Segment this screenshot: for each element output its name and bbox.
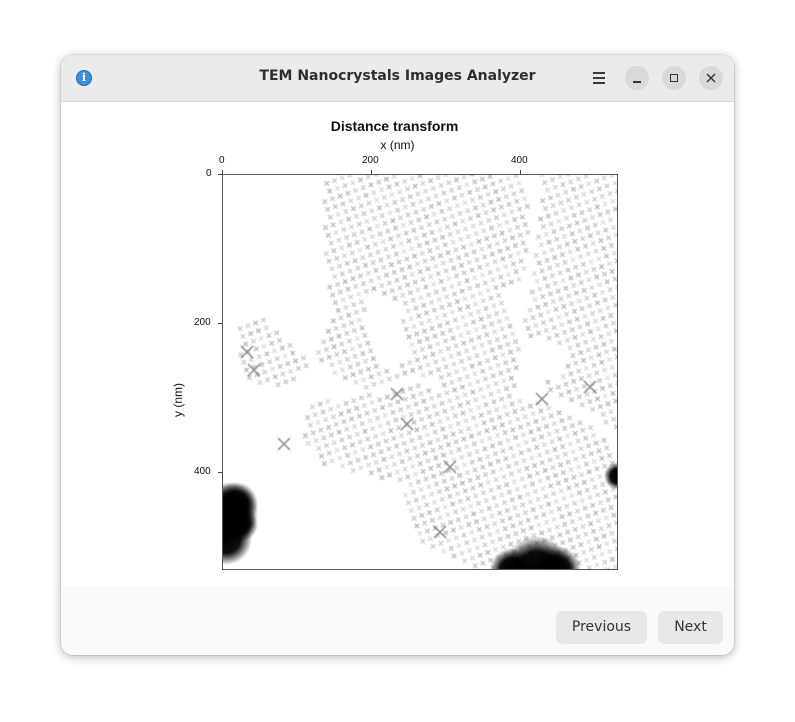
title-bar: i TEM Nanocrystals Images Analyzer — [61, 55, 734, 102]
y-tick-label: 0 — [206, 168, 212, 179]
x-tick-label: 0 — [219, 155, 225, 166]
y-tick-label: 200 — [194, 317, 211, 328]
figure-title: Distance transform — [330, 118, 459, 134]
x-tick — [520, 170, 521, 174]
y-axis-label: y (nm) — [171, 383, 185, 417]
hamburger-menu-icon[interactable] — [587, 65, 613, 91]
x-tick-label: 400 — [511, 155, 528, 166]
y-tick — [218, 323, 222, 324]
app-window: i TEM Nanocrystals Images Analyzer Dista… — [61, 55, 734, 655]
x-tick — [222, 170, 223, 174]
plot-frame — [222, 174, 618, 570]
footer-bar: Previous Next — [61, 586, 734, 655]
close-button[interactable] — [699, 66, 723, 90]
y-tick — [218, 472, 222, 473]
y-tick — [218, 174, 222, 175]
x-tick — [371, 170, 372, 174]
x-axis-label: x (nm) — [380, 138, 415, 152]
minimize-button[interactable] — [625, 66, 649, 90]
next-button[interactable]: Next — [658, 611, 723, 644]
maximize-button[interactable] — [662, 66, 686, 90]
y-tick-label: 400 — [194, 466, 211, 477]
x-tick-label: 200 — [362, 155, 379, 166]
figure-area: Distance transform x (nm) y (nm) 0 200 4… — [61, 102, 734, 586]
previous-button[interactable]: Previous — [556, 611, 647, 644]
close-icon — [706, 73, 716, 83]
